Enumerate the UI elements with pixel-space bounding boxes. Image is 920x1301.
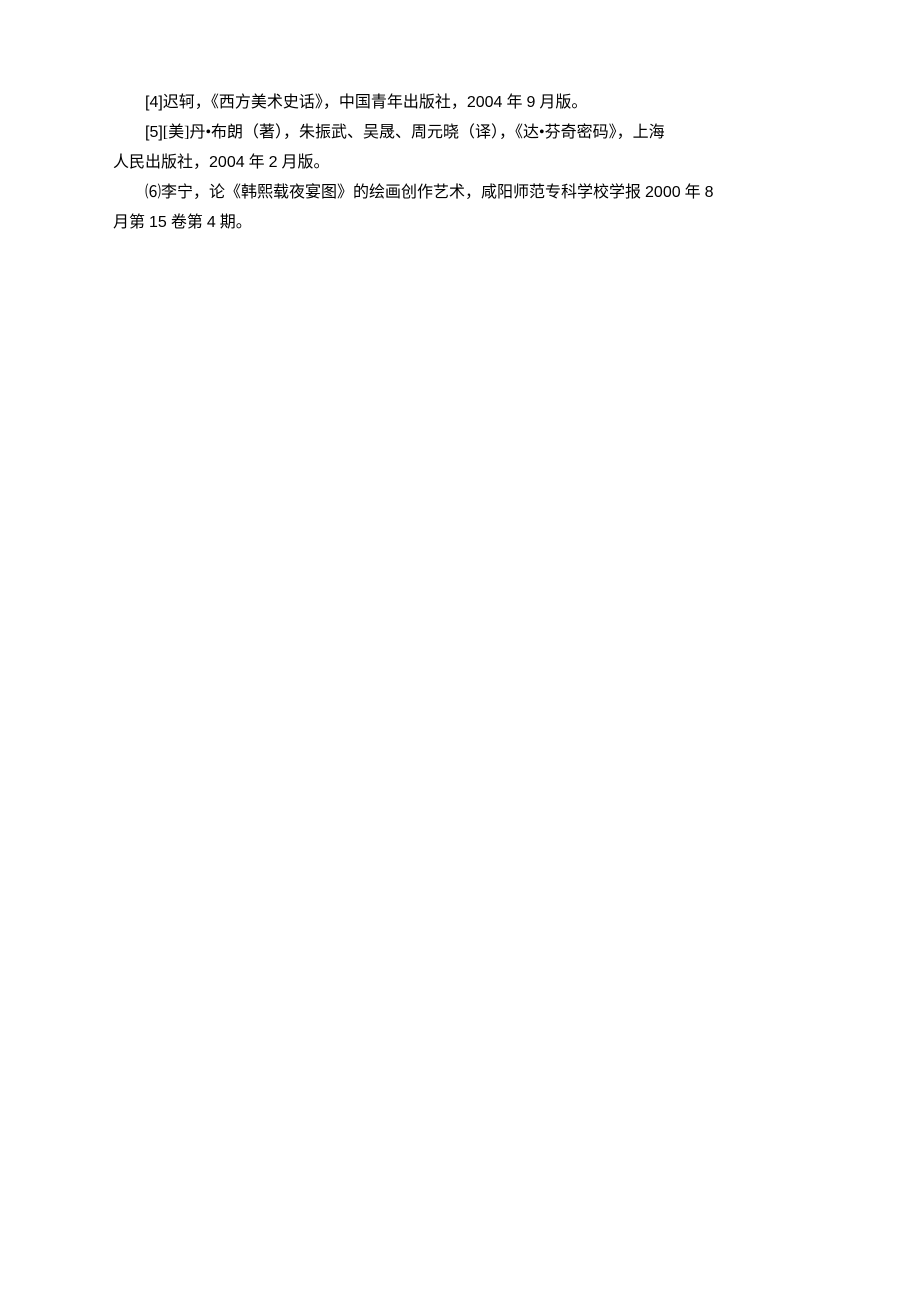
citation-marker: ⑹ (145, 184, 161, 201)
reference-issue: 4 (207, 214, 216, 231)
reference-volume-suffix: 卷第 (167, 214, 207, 231)
reference-item-4: [4]迟轲，《西方美术史话》，中国青年出版社，2004 年 9 月版。 (113, 88, 807, 118)
document-content: [4]迟轲，《西方美术史话》，中国青年出版社，2004 年 9 月版。 [5][… (113, 88, 807, 238)
reference-year: 2000 (645, 184, 681, 201)
citation-marker: [5] (145, 124, 163, 141)
reference-title: 《西方美术史话》 (211, 94, 323, 111)
reference-year-suffix: 年 (681, 184, 705, 201)
reference-author: 李宁，论《韩熙载夜宴图》的绘画创作艺术，咸阳师范专科学校学报 (161, 184, 645, 201)
reference-year-suffix: 年 (502, 94, 526, 111)
reference-volume: 15 (149, 214, 167, 231)
reference-month: 8 (705, 184, 714, 201)
reference-issue-suffix: 期。 (216, 214, 252, 231)
reference-month-suffix: 月版。 (278, 154, 330, 171)
reference-author: 迟轲， (163, 94, 211, 111)
reference-item-5: [5][美]丹•布朗（著），朱振武、吴晟、周元晓（译），《达•芬奇密码》，上海 … (113, 118, 807, 178)
reference-item-6: ⑹李宁，论《韩熙载夜宴图》的绘画创作艺术，咸阳师范专科学校学报 2000 年 8… (113, 178, 807, 238)
reference-continuation-prefix: 月第 (113, 214, 149, 231)
reference-month: 2 (269, 154, 278, 171)
reference-year-suffix: 年 (245, 154, 269, 171)
reference-publisher: ，中国青年出版社， (323, 94, 467, 111)
citation-marker: [4] (145, 94, 163, 111)
reference-month-suffix: 月版。 (535, 94, 587, 111)
reference-continuation: 人民出版社， (113, 154, 209, 171)
reference-year: 2004 (209, 154, 245, 171)
reference-author-prefix: [美]丹•布朗（著），朱振武、吴晟、周元晓（译），《达•芬奇密码》，上海 (163, 124, 665, 141)
reference-year: 2004 (467, 94, 503, 111)
